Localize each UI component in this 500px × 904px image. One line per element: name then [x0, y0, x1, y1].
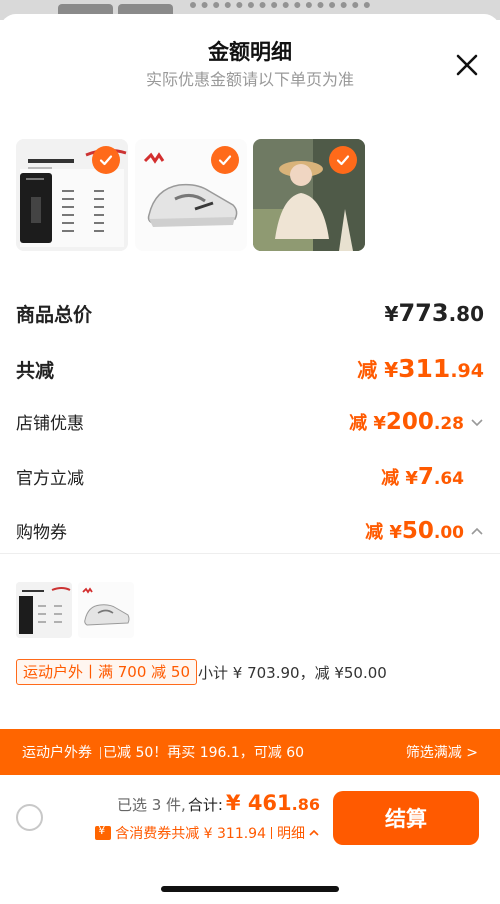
coupon-row[interactable]: 购物券 减 ¥50.00	[16, 518, 484, 544]
coupon-tag: 运动户外丨满 700 减 50	[16, 659, 198, 685]
close-icon	[456, 54, 478, 76]
selected-check-icon	[329, 146, 357, 174]
coupon-detail-panel: 运动户外丨满 700 减 50 小计 ¥ 703.90，减 ¥50.00	[0, 553, 500, 728]
close-button[interactable]	[452, 50, 482, 80]
total-reduction-value: 减 ¥311.94	[357, 354, 484, 383]
discount-text: 含消费券共减 ¥ 311.94	[115, 826, 266, 842]
coupon-subtotal: 小计 ¥ 703.90，减 ¥50.00	[198, 664, 387, 682]
total-price-value: ¥773.80	[384, 299, 484, 327]
banner-text: 已减 50！再买 196.1，可减 60	[103, 745, 305, 761]
checkout-button[interactable]: 结算	[333, 791, 479, 845]
total-reduction-row: 共减 减 ¥311.94	[16, 354, 484, 383]
total-label: 合计:	[187, 796, 223, 814]
product-thumbnail[interactable]	[253, 139, 365, 251]
detail-link[interactable]: 明细	[277, 823, 305, 843]
total-price-label: 商品总价	[16, 304, 93, 326]
banner-coupon-name: 运动户外券	[22, 745, 92, 761]
product-thumbnail[interactable]	[16, 139, 128, 251]
total-reduction-label: 共减	[16, 360, 55, 382]
total-amount: ¥ 461.86	[225, 791, 320, 815]
filter-discount-link[interactable]: 筛选满减 >	[406, 742, 478, 762]
selected-check-icon	[92, 146, 120, 174]
chevron-down-icon	[471, 419, 483, 427]
coupon-label: 购物券	[16, 523, 67, 543]
shop-discount-row[interactable]: 店铺优惠 减 ¥200.28	[16, 409, 484, 435]
shop-discount-value: 减 ¥200.28	[349, 409, 464, 435]
shop-discount-label: 店铺优惠	[16, 414, 84, 434]
home-indicator	[161, 886, 339, 892]
official-discount-row: 官方立减 减 ¥7.64	[16, 464, 484, 490]
promo-banner: 运动户外券 已减 50！再买 196.1，可减 60 筛选满减 >	[0, 729, 500, 775]
chevron-up-icon	[309, 829, 319, 836]
official-discount-label: 官方立减	[16, 469, 84, 489]
background-text	[190, 2, 370, 12]
official-discount-value: 减 ¥7.64	[381, 464, 464, 490]
coupon-product-thumbnail	[16, 582, 72, 638]
sheet-title: 金额明细	[208, 40, 292, 64]
select-all-radio[interactable]	[16, 804, 43, 831]
total-price-row: 商品总价 ¥773.80	[16, 299, 484, 327]
checkout-bar: 已选 3 件, 合计: ¥ 461.86 含消费券共减 ¥ 311.94 明细 …	[0, 775, 500, 875]
coupon-value: 减 ¥50.00	[365, 518, 464, 544]
total-summary: 已选 3 件, 合计: ¥ 461.86	[117, 791, 320, 815]
coupon-icon	[95, 824, 112, 840]
chevron-up-icon	[471, 527, 483, 535]
selected-check-icon	[211, 146, 239, 174]
discount-summary[interactable]: 含消费券共减 ¥ 311.94 明细	[95, 823, 320, 843]
sheet-subtitle: 实际优惠金额请以下单页为准	[145, 70, 354, 89]
selected-count: 已选 3 件,	[116, 796, 186, 814]
product-thumbnail[interactable]	[135, 139, 247, 251]
coupon-product-thumbnail	[78, 582, 134, 638]
